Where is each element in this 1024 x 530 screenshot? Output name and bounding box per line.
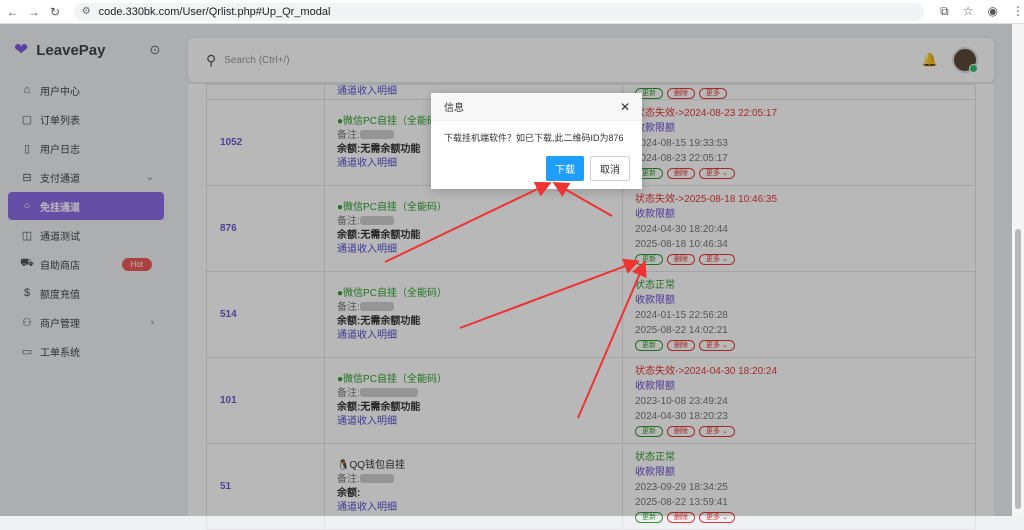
arrow-line	[384, 181, 552, 263]
arrow-line	[577, 260, 647, 419]
arrow-line	[552, 182, 613, 217]
arrow-line	[459, 258, 640, 329]
annotation-arrows	[384, 181, 647, 419]
scrollbar-thumb[interactable]	[1015, 229, 1021, 509]
page-scrollbar[interactable]	[1012, 24, 1024, 516]
